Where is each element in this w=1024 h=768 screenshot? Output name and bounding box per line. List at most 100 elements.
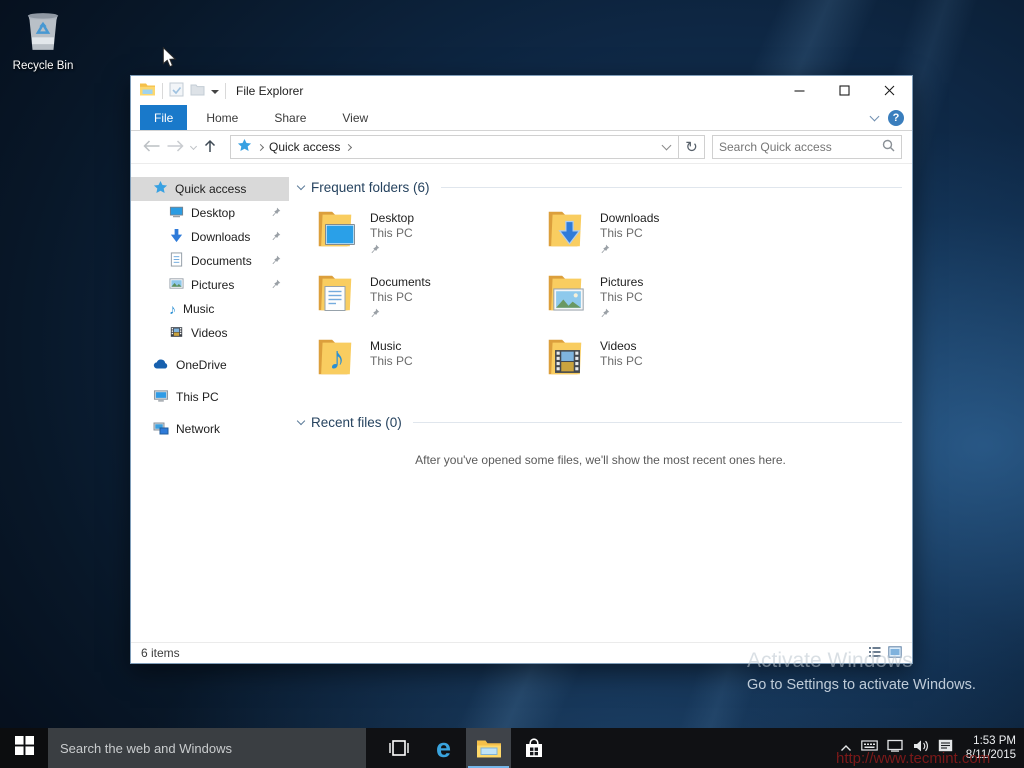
tile-location: This PC <box>600 226 659 240</box>
sidebar-item-label: Videos <box>191 326 227 340</box>
pin-icon <box>600 243 659 257</box>
edge-browser-button[interactable]: e <box>421 728 466 768</box>
start-button[interactable] <box>0 728 48 768</box>
breadcrumb-chevron-icon[interactable] <box>257 143 264 150</box>
sidebar-item-desktop[interactable]: Desktop <box>131 201 289 225</box>
star-icon <box>153 180 168 198</box>
navigation-pane: Quick access Desktop Downloads <box>131 164 289 642</box>
windows-logo-icon <box>15 736 34 760</box>
up-icon[interactable] <box>203 139 217 156</box>
help-icon[interactable]: ? <box>888 110 904 126</box>
download-arrow-icon <box>169 228 184 246</box>
tile-location: This PC <box>370 290 431 304</box>
sidebar-item-pictures[interactable]: Pictures <box>131 273 289 297</box>
close-button[interactable] <box>867 76 912 105</box>
computer-icon <box>153 388 169 406</box>
back-icon[interactable] <box>143 140 160 155</box>
new-folder-icon[interactable] <box>190 83 205 99</box>
pin-icon <box>600 307 643 321</box>
search-input[interactable] <box>719 140 882 154</box>
expand-ribbon-chevron-icon[interactable] <box>870 111 880 121</box>
breadcrumb[interactable]: Quick access <box>269 140 340 154</box>
recent-locations-caret-icon[interactable] <box>190 142 197 149</box>
search-box[interactable] <box>712 135 902 159</box>
photo-icon <box>553 288 584 314</box>
tray-chevron-up-icon[interactable] <box>840 739 852 757</box>
search-icon[interactable] <box>882 139 895 155</box>
tab-view[interactable]: View <box>325 105 385 130</box>
sidebar-item-documents[interactable]: Documents <box>131 249 289 273</box>
folder-tile-downloads[interactable]: Downloads This PC <box>543 208 773 272</box>
clock-time: 1:53 PM <box>966 734 1016 748</box>
group-title[interactable]: Recent files (0) <box>311 415 402 430</box>
address-bar[interactable]: Quick access <box>230 135 679 159</box>
sidebar-item-this-pc[interactable]: This PC <box>131 385 289 409</box>
folder-tile-desktop[interactable]: Desktop This PC <box>313 208 543 272</box>
sidebar-item-network[interactable]: Network <box>131 417 289 441</box>
sidebar-item-videos[interactable]: Videos <box>131 321 289 345</box>
network-tray-icon[interactable] <box>887 739 904 757</box>
folder-tile-pictures[interactable]: Pictures This PC <box>543 272 773 336</box>
action-center-icon[interactable] <box>938 739 953 757</box>
properties-icon[interactable] <box>169 82 184 100</box>
address-dropdown-caret-icon[interactable] <box>662 140 672 150</box>
maximize-button[interactable] <box>822 76 867 105</box>
taskbar-search-box[interactable] <box>48 728 366 768</box>
title-bar[interactable]: File Explorer <box>131 76 912 105</box>
pin-icon <box>370 243 414 257</box>
recycle-bin-desktop-icon[interactable]: Recycle Bin <box>6 8 80 72</box>
group-divider <box>441 187 902 188</box>
tile-name: Desktop <box>370 211 414 225</box>
pin-icon <box>271 278 281 292</box>
pin-icon <box>271 254 281 268</box>
breadcrumb-chevron-icon[interactable] <box>345 143 352 150</box>
edge-icon: e <box>436 735 451 762</box>
navigation-bar: Quick access ↻ <box>131 131 912 164</box>
network-icon <box>153 421 169 438</box>
store-button[interactable] <box>511 728 556 768</box>
taskbar-search-input[interactable] <box>60 741 354 756</box>
sidebar-item-music[interactable]: ♪ Music <box>131 297 289 321</box>
customize-toolbar-caret-icon[interactable] <box>211 90 219 94</box>
recycle-bin-label: Recycle Bin <box>6 60 80 72</box>
document-icon <box>169 252 184 270</box>
recent-files-header[interactable]: Recent files (0) <box>298 413 902 431</box>
tab-share[interactable]: Share <box>257 105 323 130</box>
refresh-icon[interactable]: ↻ <box>679 135 705 159</box>
film-strip-icon <box>554 349 581 377</box>
tab-home[interactable]: Home <box>189 105 255 130</box>
sidebar-item-label: Music <box>183 302 214 316</box>
group-divider <box>413 422 902 423</box>
group-title[interactable]: Frequent folders (6) <box>311 180 430 195</box>
quick-access-toolbar <box>131 82 226 100</box>
folder-tile-documents[interactable]: Documents This PC <box>313 272 543 336</box>
status-bar: 6 items <box>131 642 912 663</box>
details-view-icon[interactable] <box>868 646 882 661</box>
minimize-button[interactable] <box>777 76 822 105</box>
tile-location: This PC <box>600 290 643 304</box>
tile-location: This PC <box>370 226 414 240</box>
folder-tile-music[interactable]: ♪ Music This PC <box>313 336 543 400</box>
file-explorer-taskbar-button[interactable] <box>466 728 511 768</box>
sidebar-item-label: Documents <box>191 254 252 268</box>
tab-file[interactable]: File <box>140 105 187 130</box>
task-view-button[interactable] <box>376 728 421 768</box>
thumbnail-view-icon[interactable] <box>888 646 902 661</box>
recycle-bin-icon <box>24 39 62 56</box>
forward-icon[interactable] <box>167 140 184 155</box>
items-count: 6 items <box>141 646 180 660</box>
taskbar-clock[interactable]: 1:53 PM 8/11/2015 <box>966 734 1016 763</box>
sidebar-item-downloads[interactable]: Downloads <box>131 225 289 249</box>
frequent-folders-header[interactable]: Frequent folders (6) <box>298 178 902 196</box>
folder-tile-videos[interactable]: Videos This PC <box>543 336 773 400</box>
sidebar-item-quick-access[interactable]: Quick access <box>131 177 289 201</box>
touch-keyboard-icon[interactable] <box>861 739 878 757</box>
collapse-group-chevron-icon[interactable] <box>297 416 305 424</box>
volume-icon[interactable] <box>913 739 929 758</box>
toolbar-separator <box>162 83 163 99</box>
desktop-icon <box>169 205 184 222</box>
sidebar-item-onedrive[interactable]: OneDrive <box>131 353 289 377</box>
system-tray: 1:53 PM 8/11/2015 <box>840 728 1024 768</box>
collapse-group-chevron-icon[interactable] <box>297 181 305 189</box>
document-icon <box>324 285 346 315</box>
